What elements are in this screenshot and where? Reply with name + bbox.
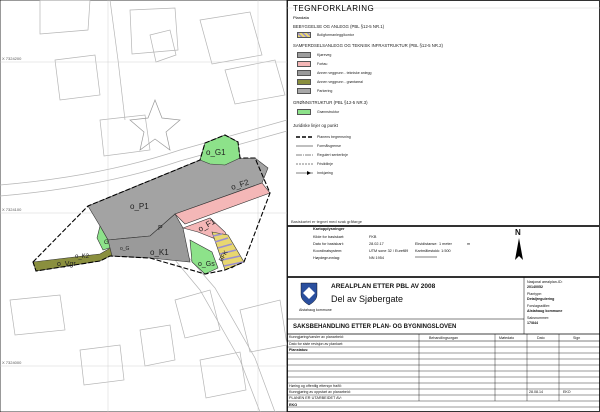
label-p: P [158, 225, 163, 232]
label-o-g1: o_G1 [206, 148, 226, 157]
row-label-3: Planstatus: [289, 348, 309, 352]
scale-label: Kartmålestokk: 1:500 [415, 249, 451, 253]
meta-value-4: NN 1954 [369, 256, 384, 260]
label-o-k2: o_K2 [75, 254, 90, 260]
label-g: G [104, 240, 109, 246]
plan-heading: AREALPLAN ETTER PBL AV 2008 [331, 283, 436, 290]
coord-label-2: X 7324100 [2, 207, 22, 212]
side-value-4: 17/844 [527, 321, 538, 325]
row-label-2: Dato for siste revisjon av plankart: [289, 342, 344, 346]
legend-panel: TEGNFORKLARING Plandata BEBYGGELSE OG AN… [287, 0, 600, 226]
label-o-p1: o_P1 [130, 202, 149, 211]
meta-value-3: UTM sone 32 / Euref89 [369, 249, 409, 253]
side-value-3: Alstahaug kommune [527, 309, 563, 313]
label-o-vgr: o_Vgr [57, 261, 76, 268]
legend-label-gront: Annen veggrunn - grøntareal [317, 80, 363, 84]
col-header-4: Sign [573, 336, 581, 340]
case-heading: SAKSBEHANDLING ETTER PLAN- OG BYGNINGSLO… [293, 324, 457, 330]
row-label-9: Kunngjøring av oppstart av planarbeid: [289, 390, 351, 394]
meta-label-3: Koordinatsystem: [313, 249, 343, 253]
title-block: AREALPLAN ETTER PBL AV 2008 Del av Sjøbe… [287, 277, 600, 412]
legend-section-2: SAMFERDSELSANLEGG OG TEKNISK INFRASTRUKT… [293, 43, 443, 48]
equidistance-label: Ekvidistanse: [415, 242, 438, 246]
equidistance-unit: m [467, 242, 471, 246]
legend-note: Basiskartet er tegnet med svak gråfarge [291, 219, 362, 224]
row-label-8: Høring og offentlig ettersyn fra/til: [289, 384, 342, 388]
legend-line-label-3: Regulert senterlinje [317, 153, 348, 157]
prepared-value: EKO [289, 403, 298, 407]
legend-swatch-bolig [297, 32, 311, 38]
legend-swatch-gront [297, 79, 311, 85]
meta-label-2: Dato for basiskart: [313, 242, 344, 246]
side-label-4: Saksnummer: [527, 316, 550, 320]
legend-swatch-kjoreveg [297, 52, 311, 58]
legend-line-label-2: Formålsgrense [317, 144, 341, 148]
meta-label-4: Høydegrunnlag: [313, 256, 341, 260]
last-row-sign: EKO [563, 390, 571, 394]
label-o-k1: o_K1 [150, 248, 169, 257]
side-label-1: Nasjonal arealplan-ID: [527, 280, 563, 284]
legend-swatch-gronnstruktur [297, 109, 311, 115]
side-value-2: Detaljregulering [527, 297, 555, 301]
col-header-3: Dato [537, 336, 545, 340]
col-header-1: Behandlingsorgan [429, 336, 458, 340]
north-label: N [515, 228, 521, 237]
equidistance-value: 1 meter [439, 242, 452, 246]
legend-line-label-1: Planens begrensning [317, 135, 351, 139]
side-label-2: Plantype: [527, 292, 542, 296]
legend-swatch-parkering [297, 88, 311, 94]
row-label-1: Kunngjøring/varsler av planarbeid: [289, 335, 344, 339]
meta-label-1: Kilde for basiskart: [313, 235, 345, 239]
legend-swatch-teknisk [297, 70, 311, 76]
col-header-2: Møtedato [499, 336, 515, 340]
municipality-name: Alstahaug kommune [299, 308, 332, 312]
legend-label-bolig: Boligformanlegg/kontor [317, 33, 354, 37]
side-label-3: Forslagsstiller: [527, 304, 551, 308]
meta-value-2: 28.02.17 [369, 242, 384, 246]
legend-section-1: BEBYGGELSE OG ANLEGG (PBL §12-5 NR.1) [293, 24, 385, 29]
legend-label-teknisk: Annen veggrunn - tekniske anlegg [317, 71, 372, 75]
legend-title: TEGNFORKLARING [293, 4, 375, 13]
legend-line-label-5: Innkjøring [317, 171, 333, 175]
legend-line-label-4: Frisiktlinje [317, 162, 333, 166]
meta-header: Kartopplysninger [313, 227, 345, 231]
legend-section-4: Juridiske linjer og punkt [293, 123, 338, 128]
side-value-1: 20140052 [527, 285, 543, 289]
legend-section-3: GRØNNSTRUKTUR (PBL §12-5 NR.3) [293, 100, 368, 105]
legend-label-fortau: Fortau [317, 62, 328, 66]
label-o-gs: o_Gs [198, 261, 215, 268]
label-o-g: o_G [120, 246, 130, 252]
meta-value-1: FKB [369, 235, 377, 239]
map-info-block: Kartopplysninger Kilde for basiskart: FK… [287, 226, 600, 277]
legend-subtitle: Plandata [293, 15, 309, 20]
last-row-date: 28.08.14 [529, 390, 543, 394]
plan-name: Del av Sjøbergate [331, 294, 404, 304]
legend-label-gronnstruktur: Grønnstruktur [317, 110, 340, 114]
prepared-label: PLANEN ER UTARBEIDET AV: [289, 396, 342, 400]
legend-label-parkering: Parkering [317, 89, 333, 93]
legend-swatch-fortau [297, 61, 311, 67]
legend-label-kjoreveg: Kjøreveg [317, 53, 332, 57]
coord-label-3: X 7324000 [2, 360, 22, 365]
coord-label-1: X 7324200 [2, 56, 22, 61]
